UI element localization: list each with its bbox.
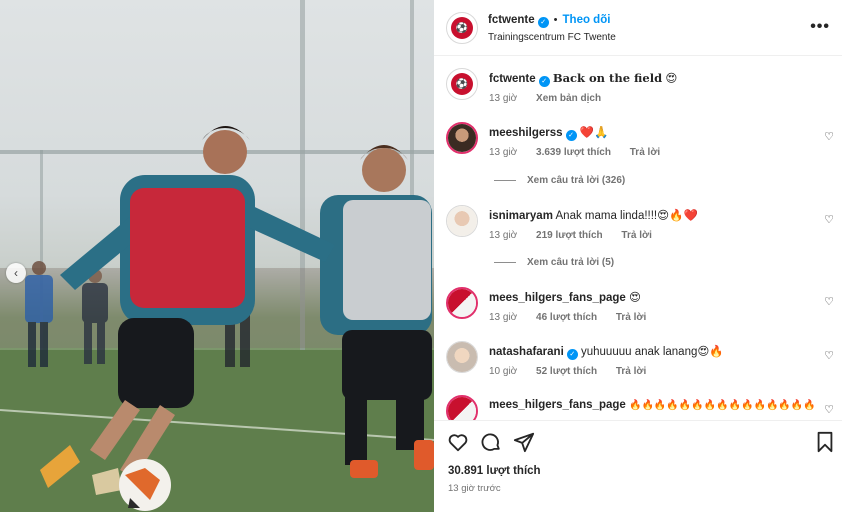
commenter-avatar[interactable] [446,122,478,154]
comment-icon[interactable] [480,431,502,453]
caption-username[interactable]: fctwente [489,73,536,85]
post-actions-bar: 30.891 lượt thích 13 giờ trước [434,420,842,512]
comment-row: mees_hilgers_fans_page 🔥🔥🔥🔥🔥🔥🔥🔥🔥🔥🔥🔥🔥🔥🔥 ♡ [434,395,842,420]
fc-twente-crest-icon: ⚽ [451,73,473,95]
avatar-image [448,124,476,152]
comment-username[interactable]: natashafarani [489,346,564,358]
comment-body: meeshilgerss ✓ ❤️🙏 13 giờ 3.639 lượt thíc… [489,125,809,158]
comment-username[interactable]: mees_hilgers_fans_page [489,292,626,304]
verified-badge-icon: ✓ [565,130,577,141]
reply-button[interactable]: Trả lời [616,312,646,323]
training-photo-illustration [0,0,434,512]
share-icon[interactable] [513,431,535,453]
replies-divider [494,180,516,181]
comment-emoji: ❤️🙏 [579,125,609,139]
comment-time: 10 giờ [489,366,518,377]
post-header: ⚽ fctwente ✓ • Theo dõi Trainingscentrum FC… [434,0,842,56]
like-comment-heart-icon[interactable]: ♡ [824,403,834,416]
reply-button[interactable]: Trả lời [616,366,646,377]
comment-emoji: 😍 [629,290,641,304]
view-replies-label: Xem câu trả lời (5) [527,257,615,268]
caption-emoji: 😍 [665,71,678,85]
like-comment-heart-icon[interactable]: ♡ [824,349,834,362]
comment-username[interactable]: isnimaryam [489,210,553,222]
follow-button[interactable]: Theo dõi [563,14,611,26]
like-comment-heart-icon[interactable]: ♡ [824,130,834,143]
location-link[interactable]: Trainingscentrum FC Twente [488,32,616,43]
avatar-image [447,206,477,236]
heart-icon[interactable] [447,431,469,453]
view-replies-button[interactable]: Xem câu trả lời (5) [494,257,614,268]
caption-text: Back on the field [552,71,663,85]
commenter-avatar[interactable] [446,205,478,237]
avatar-image [448,397,476,420]
comment-likes[interactable]: 46 lượt thích [536,312,597,323]
comment-body: mees_hilgers_fans_page 🔥🔥🔥🔥🔥🔥🔥🔥🔥🔥🔥🔥🔥🔥🔥 [489,398,816,413]
post-side-panel: ⚽ fctwente ✓ • Theo dõi Trainingscentrum FC… [434,0,842,512]
more-options-icon[interactable]: ••• [810,18,830,36]
comment-emoji: 😍🔥 [697,344,724,358]
view-replies-button[interactable]: Xem câu trả lời (326) [494,175,625,186]
comment-likes[interactable]: 3.639 lượt thích [536,147,611,158]
carousel-prev-button[interactable]: ‹ [6,263,26,283]
avatar-image [448,289,476,317]
reply-button[interactable]: Trả lời [621,230,651,241]
fctwente-avatar[interactable]: ⚽ [446,12,478,44]
avatar-image [447,342,477,372]
post-like-count[interactable]: 30.891 lượt thích [448,465,541,477]
comment-time: 13 giờ [489,312,518,323]
commenter-avatar[interactable] [446,395,478,420]
comment-time: 13 giờ [489,147,518,158]
header-separator: • [553,14,558,26]
comment-body: isnimaryam Anak mama linda!!!!😍🔥❤️ 13 gi… [489,208,809,241]
translate-link[interactable]: Xem bản dịch [536,93,601,104]
comment-body: mees_hilgers_fans_page 😍 13 giờ 46 lượt … [489,290,809,323]
comment-text: Anak mama linda!!!! [555,210,658,222]
comment-username[interactable]: mees_hilgers_fans_page [489,399,626,411]
replies-divider [494,262,516,263]
comment-likes[interactable]: 52 lượt thích [536,366,597,377]
bookmark-icon[interactable] [814,431,836,453]
verified-badge-icon: ✓ [566,349,578,360]
comment-username[interactable]: meeshilgerss [489,127,563,139]
comment-emoji: 🔥🔥🔥🔥🔥🔥🔥🔥🔥🔥🔥🔥🔥🔥🔥 [629,400,816,411]
post-timestamp: 13 giờ trước [448,483,501,494]
fc-twente-crest-icon: ⚽ [451,17,473,39]
reply-button[interactable]: Trả lời [630,147,660,158]
caption-time: 13 giờ [489,93,518,104]
verified-badge-icon: ✓ [538,76,550,87]
comment-text: yuhuuuuu anak lanang [580,346,698,358]
like-comment-heart-icon[interactable]: ♡ [824,213,834,226]
caption-body: fctwente ✓ Back on the field 😍 13 giờ Xem… [489,71,809,104]
commenter-avatar[interactable] [446,341,478,373]
comment-time: 13 giờ [489,230,518,241]
commenter-avatar[interactable] [446,287,478,319]
post-photo[interactable]: ‹ [0,0,434,512]
fctwente-avatar[interactable]: ⚽ [446,68,478,100]
like-comment-heart-icon[interactable]: ♡ [824,295,834,308]
comment-likes[interactable]: 219 lượt thích [536,230,603,241]
comment-emoji: 😍🔥❤️ [657,208,698,222]
view-replies-label: Xem câu trả lời (326) [527,175,626,186]
verified-badge-icon: ✓ [537,16,549,28]
chevron-left-icon: ‹ [14,266,18,280]
header-username[interactable]: fctwente [488,14,535,26]
comment-body: natashafarani ✓ yuhuuuuu anak lanang😍🔥 10… [489,344,809,377]
